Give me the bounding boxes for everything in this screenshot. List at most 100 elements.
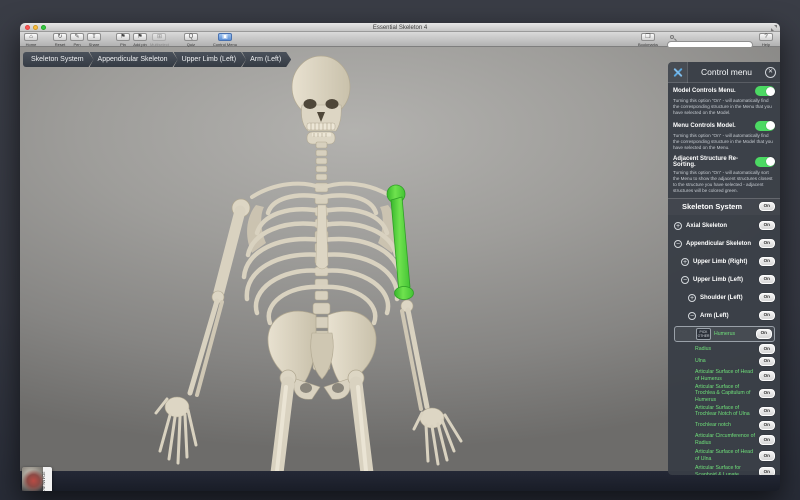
breadcrumb-item[interactable]: Upper Limb (Left): [174, 52, 246, 67]
pen-icon: ✎: [74, 34, 79, 40]
on-button[interactable]: On: [759, 407, 775, 417]
on-button[interactable]: On: [759, 344, 775, 354]
structure-list-title: Skeleton System: [682, 202, 742, 211]
home-icon: ⌂: [29, 34, 33, 40]
brand-badge[interactable]: 3D4Medical: [22, 467, 52, 491]
toggle-switch[interactable]: [755, 157, 775, 167]
fullscreen-icon[interactable]: [771, 25, 777, 31]
help-button[interactable]: ?: [759, 33, 773, 41]
share-icon: ⇧: [91, 34, 96, 40]
on-button[interactable]: On: [759, 357, 775, 367]
toggle-description: Turning this option "On" - will automati…: [673, 98, 775, 116]
structure-item-articular-surface-of-trochlea-capitulum-of-humerus[interactable]: Articular Surface of Trochlea & Capitulu…: [674, 384, 775, 404]
structure-label: Upper Limb (Right): [693, 259, 747, 265]
toolbar: ⌂Home↻Reset✎Pen⇧Share⚑Pin⚑Add pin⊞Multis…: [20, 32, 780, 47]
on-button[interactable]: On: [759, 257, 775, 267]
on-button[interactable]: On: [759, 311, 775, 321]
pen-button[interactable]: ✎: [70, 33, 84, 41]
breadcrumb-item[interactable]: Arm (Left): [242, 52, 291, 67]
structure-label: Articular Surface for Scaphoid & Lunate: [695, 465, 759, 475]
structure-group-shoulder-left-[interactable]: + Shoulder (Left) On: [674, 289, 775, 307]
structure-group-appendicular-skeleton[interactable]: −Appendicular SkeletonOn: [674, 235, 775, 253]
bookmarks-button[interactable]: ❐: [641, 33, 655, 41]
breadcrumb: Skeleton SystemAppendicular SkeletonUppe…: [23, 52, 287, 67]
add-pin-button[interactable]: ⚑: [133, 33, 147, 41]
expand-icon[interactable]: +: [681, 258, 689, 266]
sternum: [316, 205, 328, 269]
obturator-foramen: [332, 383, 344, 393]
structure-item-articular-surface-of-trochlear-notch-of-ulna[interactable]: Articular Surface of Trochlear Notch of …: [674, 403, 775, 419]
share-button[interactable]: ⇧: [87, 33, 101, 41]
tools-icon[interactable]: [668, 62, 688, 83]
toggle-knob: [766, 87, 775, 96]
expand-icon[interactable]: +: [674, 222, 682, 230]
structure-group-arm-left-[interactable]: −Arm (Left)On: [674, 307, 775, 325]
on-button[interactable]: On: [759, 421, 775, 431]
toggle-block: Model Controls Menu.Turning this option …: [668, 83, 780, 118]
close-panel-button[interactable]: ✕: [765, 67, 776, 78]
structure-item-ulna[interactable]: Ulna On: [674, 355, 775, 368]
structure-group-axial-skeleton[interactable]: +Axial SkeletonOn: [674, 217, 775, 235]
right-arm[interactable]: [156, 199, 250, 463]
on-button[interactable]: On: [759, 293, 775, 303]
eye-socket: [326, 99, 339, 109]
on-button[interactable]: On: [759, 371, 775, 381]
structure-item-articular-surface-of-head-of-humerus[interactable]: Articular Surface of Head of HumerusOn: [674, 368, 775, 384]
quiz-button[interactable]: Q: [184, 33, 198, 41]
structure-item-articular-surface-of-head-of-ulna[interactable]: Articular Surface of Head of UlnaOn: [674, 448, 775, 464]
reset-button[interactable]: ↻: [53, 33, 67, 41]
collapse-icon[interactable]: −: [674, 240, 682, 248]
titlebar: Essential Skeleton 4: [20, 23, 780, 32]
on-button[interactable]: On: [759, 435, 775, 445]
structure-label: Ulna: [695, 358, 706, 365]
on-button[interactable]: On: [759, 389, 775, 399]
breadcrumb-item[interactable]: Appendicular Skeleton: [90, 52, 178, 67]
collapse-icon[interactable]: −: [681, 276, 689, 284]
home-button[interactable]: ⌂: [24, 33, 38, 41]
on-button[interactable]: On: [759, 467, 775, 475]
multiselect-icon: ⊞: [157, 34, 162, 40]
skull[interactable]: [292, 56, 350, 144]
eye-socket: [304, 99, 317, 109]
on-button[interactable]: On: [759, 221, 775, 231]
toggle-label: Adjacent Structure Re-Sorting.: [673, 156, 755, 168]
control-menu-button[interactable]: ▣: [218, 33, 232, 41]
skeleton-system-on-button[interactable]: On: [759, 202, 775, 212]
toggle-knob: [766, 157, 775, 166]
multiselect-button[interactable]: ⊞: [152, 33, 166, 41]
pin-button[interactable]: ⚑: [116, 33, 130, 41]
on-button[interactable]: On: [756, 329, 772, 339]
left-arm[interactable]: [387, 185, 461, 464]
structure-label: Radius: [695, 346, 711, 353]
pick-other-button[interactable]: PICKOTHER: [696, 328, 711, 340]
structure-item-radius[interactable]: Radius On: [674, 343, 775, 356]
structure-list-header: Skeleton System On: [668, 198, 780, 215]
structure-group-upper-limb-right-[interactable]: + Upper Limb (Right) On: [674, 253, 775, 271]
structure-item-trochlear-notch[interactable]: Trochlear notch On: [674, 419, 775, 432]
structure-label: Articular Surface of Trochlea & Capitulu…: [695, 384, 759, 404]
bookmarks-icon: ❐: [645, 34, 650, 40]
control-menu-header: Control menu ✕: [668, 62, 780, 83]
toggle-description: Turning this option "On" - will automati…: [673, 170, 775, 194]
structure-item-humerus[interactable]: PICKOTHERHumerusOn: [674, 326, 775, 342]
structure-label: Articular Surface of Head of Humerus: [695, 369, 759, 382]
toggle-block: Adjacent Structure Re-Sorting. Turning th…: [668, 153, 780, 196]
skeleton-model[interactable]: [20, 47, 780, 471]
expand-icon[interactable]: +: [688, 294, 696, 302]
structure-label: Shoulder (Left): [700, 295, 743, 301]
breadcrumb-item[interactable]: Skeleton System: [23, 52, 94, 67]
structure-item-articular-surface-for-scaphoid-lunate[interactable]: Articular Surface for Scaphoid & LunateO…: [674, 464, 775, 475]
toggle-switch[interactable]: [755, 121, 775, 131]
on-button[interactable]: On: [759, 451, 775, 461]
structure-group-upper-limb-left-[interactable]: −Upper Limb (Left)On: [674, 271, 775, 289]
search-icon: [670, 35, 674, 39]
model-viewport[interactable]: Skeleton SystemAppendicular SkeletonUppe…: [20, 47, 780, 471]
on-button[interactable]: On: [759, 275, 775, 285]
on-button[interactable]: On: [759, 239, 775, 249]
viewport-bottom-bar: [20, 471, 780, 491]
structure-item-articular-circumference-of-radius[interactable]: Articular Circumference of RadiusOn: [674, 432, 775, 448]
structure-label: Trochlear notch: [695, 422, 731, 429]
toggle-switch[interactable]: [755, 86, 775, 96]
femurs[interactable]: [277, 370, 367, 471]
collapse-icon[interactable]: −: [688, 312, 696, 320]
